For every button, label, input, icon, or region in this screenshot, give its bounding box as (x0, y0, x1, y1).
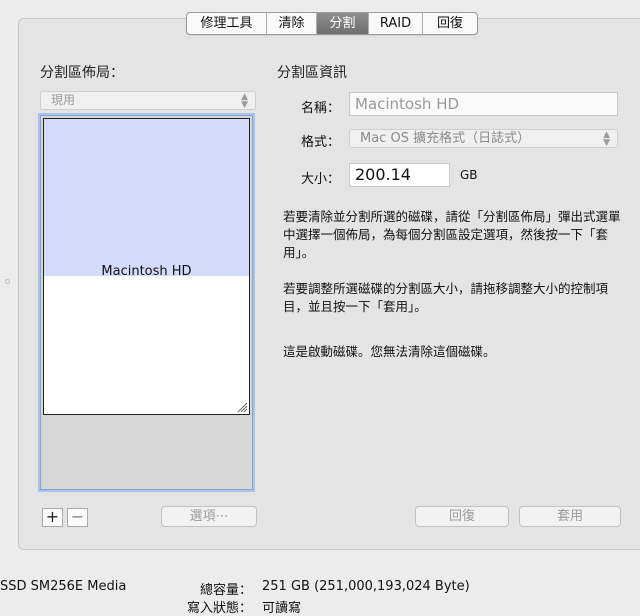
revert-button[interactable]: 回復 (415, 506, 509, 527)
tab-first-aid[interactable]: 修理工具 (187, 13, 267, 34)
capacity-value: 251 GB (251,000,193,024 Byte) (262, 579, 470, 594)
format-label: 格式： (300, 135, 340, 150)
remove-partition-button[interactable]: − (67, 508, 88, 527)
pane-edge-indicator (5, 279, 10, 284)
help-text-partition: 若要清除並分割所選的磁碟，請從「分割區佈局」彈出式選單中選擇一個佈局，為每個分割… (283, 209, 621, 260)
write-status-label: 寫入狀態： (187, 601, 253, 616)
size-unit: GB (460, 168, 478, 182)
name-label: 名稱： (300, 101, 340, 116)
info-heading: 分割區資訊 (277, 65, 347, 81)
partition-block-label: Macintosh HD (101, 264, 192, 279)
capacity-label: 總容量： (200, 583, 253, 598)
tab-raid[interactable]: RAID (369, 13, 423, 34)
options-button[interactable]: 選項⋯ (161, 506, 257, 527)
disk-map: Macintosh HD (43, 118, 250, 415)
tab-bar: 修理工具 清除 分割 RAID 回復 (186, 12, 478, 35)
size-field[interactable]: 200.14 (349, 163, 450, 187)
disk-name: SSD SM256E Media (0, 579, 127, 594)
tab-restore[interactable]: 回復 (423, 13, 477, 34)
format-popup[interactable]: Mac OS 擴充格式（日誌式） ▲ ▼ (349, 129, 618, 148)
layout-popup[interactable]: 現用 ▲ ▼ (40, 91, 256, 110)
resize-handle-icon[interactable] (237, 402, 247, 412)
format-popup-value: Mac OS 擴充格式（日誌式） (360, 131, 531, 146)
layout-popup-value: 現用 (51, 93, 76, 107)
layout-heading: 分割區佈局： (40, 65, 124, 81)
add-partition-button[interactable]: + (42, 508, 63, 527)
size-label: 大小： (300, 172, 340, 187)
partition-block-macintosh-hd[interactable] (44, 119, 249, 276)
apply-button[interactable]: 套用 (519, 506, 621, 527)
help-text-resize: 若要調整所選磁碟的分割區大小，請拖移調整大小的控制項目，並且按一下「套用」。 (283, 281, 609, 314)
name-field[interactable]: Macintosh HD (349, 92, 618, 116)
partition-layout-view: Macintosh HD (40, 115, 253, 490)
tab-erase[interactable]: 清除 (267, 13, 317, 34)
tab-partition[interactable]: 分割 (317, 13, 369, 34)
popup-arrows-icon: ▲ ▼ (603, 130, 610, 148)
popup-arrows-icon: ▲ ▼ (241, 92, 248, 110)
write-status-value: 可讀寫 (262, 601, 302, 616)
startup-disk-note: 這是啟動磁碟。您無法清除這個磁碟。 (283, 344, 496, 359)
